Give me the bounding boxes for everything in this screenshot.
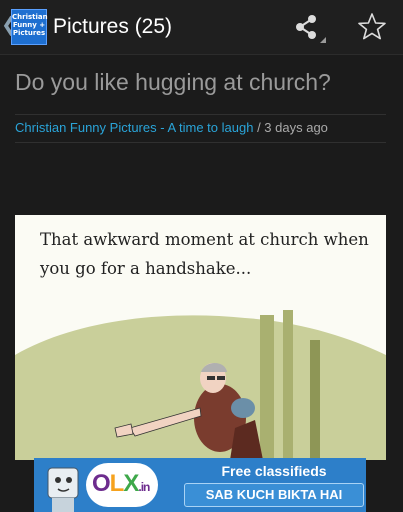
- mascot-icon: [47, 467, 79, 512]
- post-meta: Christian Funny Pictures - A time to lau…: [15, 119, 328, 137]
- olx-logo: OLX.in: [86, 463, 158, 507]
- comic-illustration: [15, 310, 386, 460]
- share-button[interactable]: [290, 11, 326, 43]
- comic-image[interactable]: That awkward moment at church when you g…: [15, 215, 386, 460]
- star-icon: [358, 13, 386, 40]
- olx-o: O: [92, 470, 111, 497]
- post-age: 3 days ago: [264, 120, 328, 135]
- olx-x: X: [123, 470, 139, 497]
- ad-banner[interactable]: OLX.in Free classifieds SAB KUCH BIKTA H…: [34, 458, 366, 512]
- action-bar-title[interactable]: Pictures (25): [53, 14, 172, 40]
- olx-l: L: [109, 470, 125, 497]
- olx-suffix: .in: [138, 480, 150, 494]
- ad-headline: Free classifieds: [221, 463, 327, 479]
- app-icon[interactable]: Christian Funny + Pictures: [11, 9, 48, 45]
- source-link[interactable]: Christian Funny Pictures - A time to lau…: [15, 120, 253, 135]
- meta-separator: /: [253, 120, 265, 135]
- comic-caption: That awkward moment at church when you g…: [40, 230, 369, 278]
- post-title: Do you like hugging at church?: [15, 69, 331, 95]
- ad-tagline-button[interactable]: SAB KUCH BIKTA HAI: [184, 483, 364, 507]
- share-icon: [296, 15, 326, 43]
- favorite-button[interactable]: [356, 11, 388, 43]
- action-bar: ❮ Christian Funny + Pictures Pictures (2…: [0, 0, 403, 55]
- app-icon-line-2: Funny +: [12, 21, 46, 29]
- app-icon-line-3: Pictures: [12, 29, 46, 37]
- app-icon-line-1: Christian: [12, 13, 48, 21]
- divider: [15, 142, 386, 143]
- divider: [15, 114, 386, 115]
